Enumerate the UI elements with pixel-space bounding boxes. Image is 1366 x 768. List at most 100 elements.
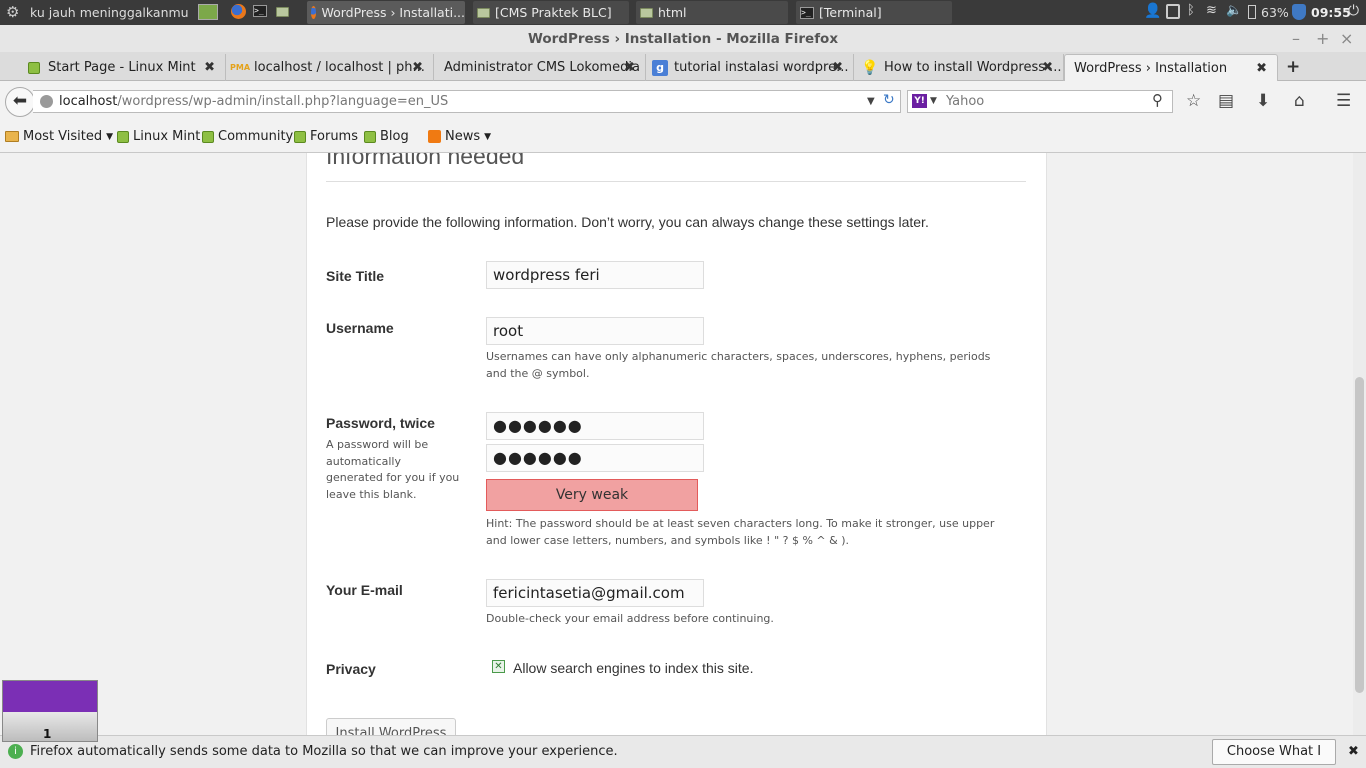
battery-icon[interactable]: [1248, 5, 1256, 19]
home-icon[interactable]: ⌂: [1294, 91, 1305, 111]
rss-icon: [428, 130, 441, 143]
url-dropdown-icon[interactable]: ▼: [867, 91, 875, 112]
search-engine-dropdown-icon[interactable]: ▼: [930, 91, 937, 112]
wifi-icon[interactable]: ≋: [1206, 3, 1217, 18]
mint-icon: [364, 130, 376, 143]
close-tab-icon[interactable]: ✖: [624, 60, 635, 75]
install-wordpress-button[interactable]: Install WordPress: [326, 718, 456, 735]
close-notification-icon[interactable]: ✖: [1348, 744, 1359, 759]
taskbar-item-label: [Terminal]: [819, 5, 882, 20]
update-manager-icon[interactable]: [1166, 4, 1180, 19]
new-tab-icon[interactable]: +: [1286, 57, 1300, 77]
chevron-down-icon: ▼: [484, 131, 492, 142]
taskbar-item-terminal[interactable]: >_ [Terminal]: [796, 1, 952, 24]
username-input[interactable]: root: [486, 317, 704, 345]
menu-label[interactable]: ku jauh meninggalkanmu: [30, 5, 189, 20]
folder-icon: [477, 7, 490, 18]
bookmark-forums[interactable]: Forums: [294, 129, 358, 144]
menu-icon[interactable]: ☰: [1336, 91, 1351, 111]
password-description: A password will be automatically generat…: [326, 438, 460, 501]
power-icon[interactable]: ⏻: [1348, 3, 1359, 19]
back-button[interactable]: ⬅: [5, 87, 35, 117]
bookmark-news[interactable]: News ▼: [428, 129, 491, 144]
scrollbar-thumb[interactable]: [1355, 377, 1364, 693]
site-title-label: Site Title: [326, 268, 385, 284]
bookmark-star-icon[interactable]: ☆: [1186, 91, 1201, 111]
taskbar-item-label: html: [658, 5, 687, 20]
workspace-number: 1: [43, 727, 52, 741]
downloads-icon[interactable]: ⬇: [1256, 91, 1270, 111]
close-tab-icon[interactable]: ✖: [1256, 61, 1267, 76]
tab-tutorial[interactable]: g tutorial instalasi wordpre... ✖: [646, 54, 854, 81]
search-icon[interactable]: ⚲: [1152, 90, 1163, 111]
volume-icon[interactable]: 🔈: [1226, 3, 1242, 18]
bluetooth-icon[interactable]: ᛒ: [1187, 3, 1195, 18]
bookmark-label: Forums: [310, 129, 358, 144]
bookmark-label: Linux Mint: [133, 129, 201, 144]
tab-wordpress-installation[interactable]: WordPress › Installation ✖: [1064, 54, 1278, 81]
choose-what-i-share-button[interactable]: Choose What I Share: [1212, 739, 1336, 765]
firefox-launcher-icon[interactable]: [231, 4, 246, 19]
taskbar-item-html[interactable]: html: [636, 1, 788, 24]
globe-icon[interactable]: [40, 95, 53, 108]
maximize-icon[interactable]: +: [1316, 25, 1329, 53]
close-tab-icon[interactable]: ✖: [832, 60, 843, 75]
tab-start-page[interactable]: Start Page - Linux Mint ✖: [20, 54, 226, 81]
workspace-thumbnail[interactable]: 1: [2, 680, 98, 742]
page-content: Information needed Please provide the fo…: [0, 153, 1353, 735]
notification-text: Firefox automatically sends some data to…: [30, 744, 618, 759]
intro-text: Please provide the following information…: [326, 214, 929, 230]
url-path: /wordpress/wp-admin/install.php?language…: [117, 94, 449, 109]
bookmark-blog[interactable]: Blog: [364, 129, 409, 144]
taskbar-item-label: [CMS Praktek BLC]: [495, 5, 612, 20]
privacy-checkbox[interactable]: ✕: [492, 660, 505, 673]
terminal-icon: >_: [800, 6, 814, 19]
email-input[interactable]: fericintasetia@gmail.com: [486, 579, 704, 607]
close-window-icon[interactable]: ×: [1340, 25, 1353, 53]
mint-icon: [26, 60, 42, 76]
tab-how-to-install[interactable]: 💡 How to install Wordpress ... ✖: [856, 54, 1064, 81]
files-launcher-icon[interactable]: [276, 7, 289, 17]
show-desktop-icon[interactable]: [198, 4, 218, 20]
password-hint: Hint: The password should be at least se…: [486, 517, 995, 547]
privacy-checkbox-label[interactable]: Allow search engines to index this site.: [513, 660, 753, 676]
tab-label: tutorial instalasi wordpre...: [674, 60, 849, 75]
tab-phpmyadmin[interactable]: PMA localhost / localhost | ph... ✖: [226, 54, 434, 81]
email-description: Double-check your email address before c…: [486, 612, 774, 625]
firefox-icon: [311, 6, 317, 19]
shield-icon[interactable]: [1292, 4, 1306, 20]
bookmarks-menu-icon[interactable]: ▤: [1218, 91, 1234, 111]
yahoo-icon[interactable]: Y!: [912, 94, 927, 108]
close-tab-icon[interactable]: ✖: [412, 60, 423, 75]
password-label: Password, twice: [326, 415, 435, 431]
taskbar-item-firefox[interactable]: WordPress › Installati...: [307, 1, 465, 24]
bookmark-label: Community: [218, 129, 294, 144]
password-input[interactable]: ●●●●●●: [486, 412, 704, 440]
window-titlebar[interactable]: WordPress › Installation - Mozilla Firef…: [0, 25, 1366, 52]
mint-icon: [117, 130, 129, 143]
tab-cms-lokomedia[interactable]: Administrator CMS Lokomedia ✖: [434, 54, 646, 81]
search-bar[interactable]: Y! ▼ Yahoo ⚲: [907, 90, 1173, 113]
password-confirm-input[interactable]: ●●●●●●: [486, 444, 704, 472]
bookmark-community[interactable]: Community: [202, 129, 293, 144]
mint-icon: [294, 130, 306, 143]
close-tab-icon[interactable]: ✖: [204, 60, 215, 75]
email-label: Your E-mail: [326, 582, 403, 598]
navigation-bar: ⬅ localhost/wordpress/wp-admin/install.p…: [0, 81, 1366, 122]
heading-divider: [326, 181, 1026, 182]
bookmark-most-visited[interactable]: Most Visited ▼: [5, 129, 113, 144]
clock[interactable]: 09:55: [1311, 5, 1351, 20]
close-tab-icon[interactable]: ✖: [1042, 60, 1053, 75]
search-placeholder: Yahoo: [946, 94, 985, 109]
reload-icon[interactable]: ↻: [883, 90, 895, 111]
user-icon[interactable]: 👤: [1144, 3, 1161, 19]
taskbar-item-cms[interactable]: [CMS Praktek BLC]: [473, 1, 629, 24]
bookmark-label: Most Visited: [23, 129, 103, 144]
url-bar[interactable]: localhost/wordpress/wp-admin/install.php…: [33, 90, 901, 113]
site-title-input[interactable]: wordpress feri: [486, 261, 704, 289]
bookmark-linux-mint[interactable]: Linux Mint: [117, 129, 200, 144]
gear-icon[interactable]: ⚙: [6, 3, 19, 21]
terminal-launcher-icon[interactable]: >_: [253, 5, 267, 17]
tab-label: Start Page - Linux Mint: [48, 60, 196, 75]
minimize-icon[interactable]: –: [1292, 25, 1300, 53]
